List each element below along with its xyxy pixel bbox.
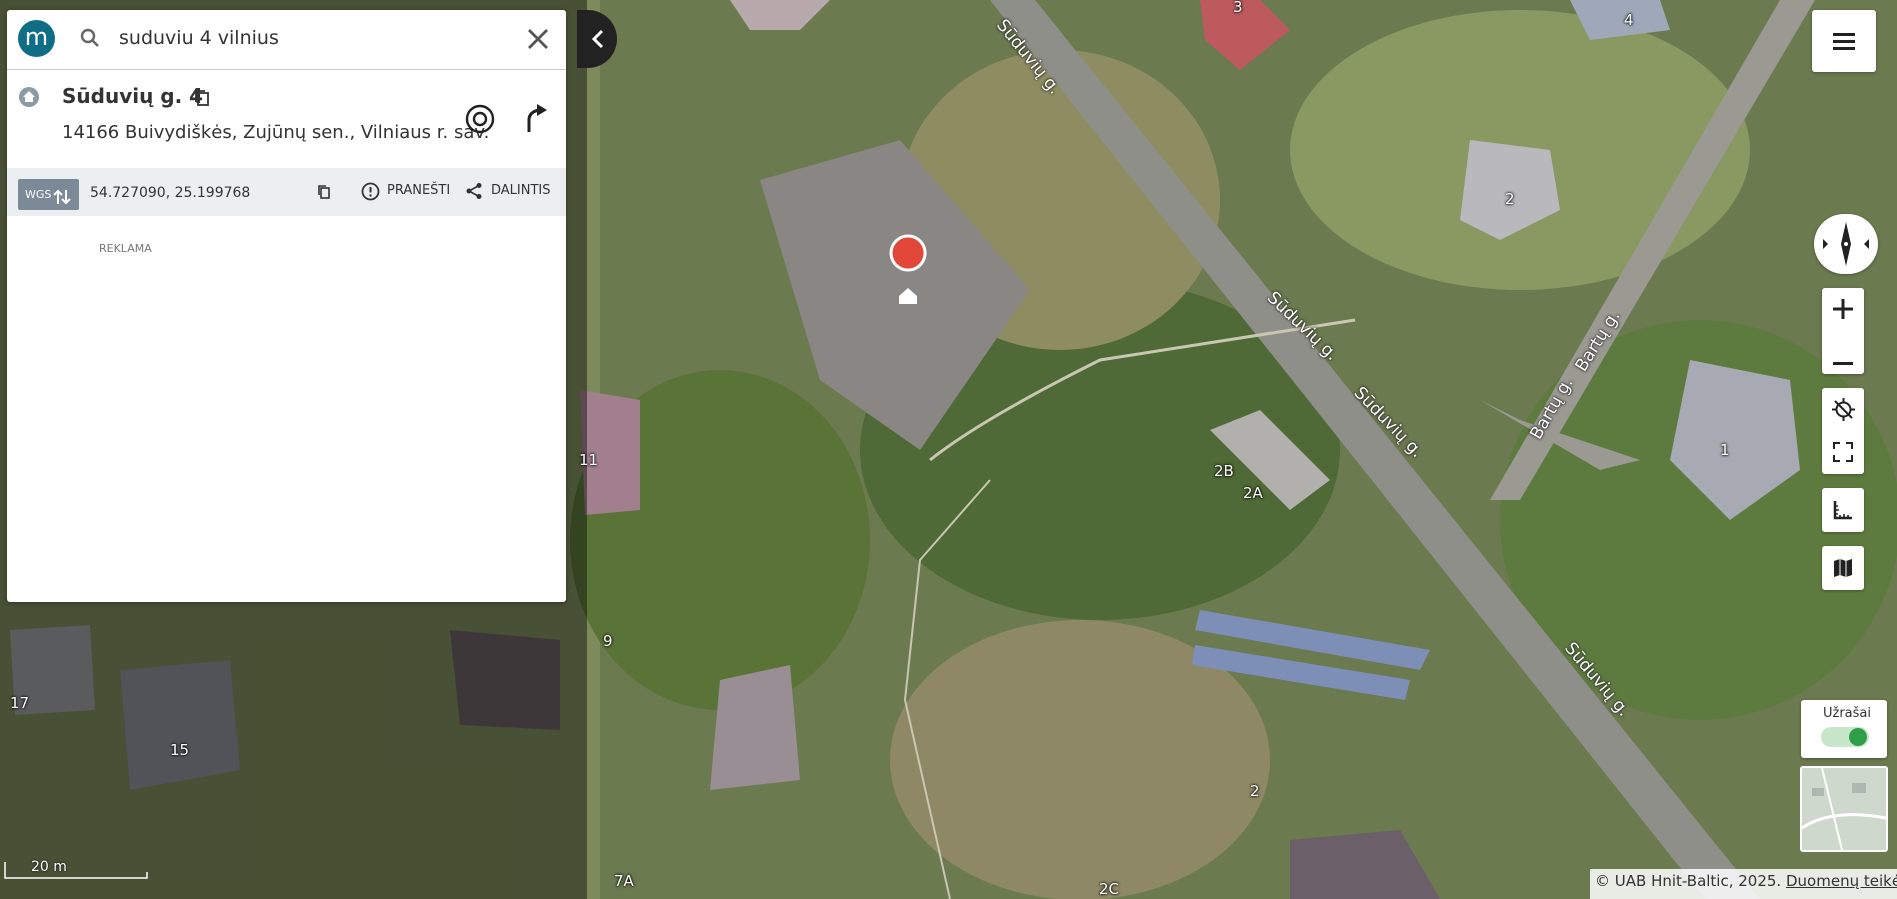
geolocate-button[interactable] [1822, 388, 1864, 431]
coordinate-system-toggle[interactable]: WGS [18, 179, 79, 210]
compass-icon [1820, 220, 1872, 272]
zoom-controls [1822, 288, 1864, 374]
notes-toggle[interactable] [1821, 727, 1869, 747]
search-input[interactable]: suduviu 4 vilnius [119, 27, 279, 49]
house-number-label: 15 [170, 741, 190, 759]
house-number-label: 7A [614, 872, 634, 890]
scale-bar [4, 858, 148, 880]
attribution-text: © UAB Hnit-Baltic, 2025. [1595, 872, 1782, 890]
route-icon[interactable] [523, 102, 549, 138]
measure-button[interactable] [1822, 488, 1864, 532]
ad-label: REKLAMA [99, 242, 152, 255]
alert-icon [361, 182, 380, 205]
report-button[interactable]: PRANEŠTI [361, 180, 453, 206]
house-number-label: 2 [1250, 782, 1260, 800]
minus-icon [1833, 351, 1853, 370]
search-bar: m suduviu 4 vilnius [7, 10, 566, 70]
scale-label: 20 m [31, 859, 67, 875]
menu-button[interactable] [1812, 10, 1876, 72]
address-subtitle: 14166 Buivydiškės, Zujūnų sen., Vilniaus… [62, 122, 490, 143]
notes-toggle-card: Užrašai [1801, 700, 1887, 758]
menu-icon [1833, 31, 1855, 55]
share-icon [465, 182, 483, 204]
report-label: PRANEŠTI [387, 183, 451, 198]
house-number-label: 2A [1243, 484, 1263, 502]
zoom-in-button[interactable] [1822, 288, 1864, 331]
home-icon [18, 86, 40, 112]
compass-button[interactable] [1814, 214, 1878, 274]
toggle-knob [1849, 728, 1867, 746]
house-number-label: 2 [1505, 190, 1515, 208]
map-layers-button[interactable] [1822, 546, 1864, 590]
address-title: Sūduvių g. 4 [62, 84, 204, 108]
minimap[interactable] [1800, 766, 1888, 852]
house-number-label: 11 [579, 451, 599, 469]
zoom-out-button[interactable] [1822, 331, 1864, 374]
at-icon[interactable] [465, 104, 495, 138]
coordinates-bar: WGS 54.727090, 25.199768 PRANEŠTI DALINT… [7, 168, 566, 216]
chevron-left-icon [591, 29, 605, 53]
ruler-icon [1833, 500, 1853, 524]
fullscreen-icon [1833, 442, 1853, 466]
house-number-label: 17 [10, 694, 30, 712]
house-number-label: 3 [1233, 0, 1243, 16]
notes-label: Užrašai [1823, 706, 1872, 721]
swap-icon [53, 186, 71, 217]
data-providers-link[interactable]: Duomenų teikėjai [1786, 872, 1897, 890]
house-number-label: 9 [603, 632, 613, 650]
house-number-label: 2C [1099, 880, 1120, 898]
location-off-icon [1832, 398, 1855, 425]
house-number-label: 1 [1720, 441, 1730, 459]
copy-icon[interactable] [194, 89, 210, 111]
coordinate-system-label: WGS [25, 188, 52, 201]
share-button[interactable]: DALINTIS [465, 180, 557, 206]
search-icon[interactable] [80, 28, 100, 52]
share-label: DALINTIS [491, 183, 551, 198]
minimap-preview [1802, 768, 1886, 850]
coordinate-value: 54.727090, 25.199768 [90, 185, 251, 201]
fullscreen-button[interactable] [1822, 431, 1864, 474]
search-results-panel: m suduviu 4 vilnius Sūduvių g. 4 14166 B… [7, 10, 566, 602]
house-number-label: 4 [1624, 11, 1634, 29]
map-layers-icon [1833, 558, 1853, 582]
location-controls [1822, 388, 1864, 474]
copy-icon[interactable] [317, 184, 331, 204]
attribution: © UAB Hnit-Baltic, 2025. Duomenų teikėja… [1590, 869, 1897, 899]
house-number-label: 2B [1214, 462, 1234, 480]
app-logo[interactable]: m [18, 20, 55, 57]
plus-icon [1833, 299, 1853, 323]
close-icon[interactable] [526, 27, 550, 55]
